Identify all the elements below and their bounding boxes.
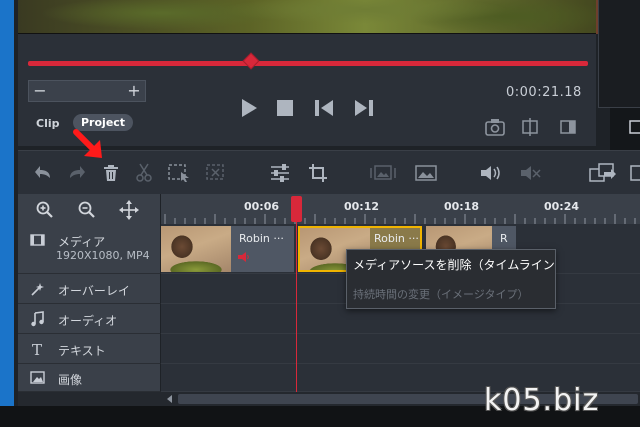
timeline-zoom-tools bbox=[18, 194, 161, 224]
track-label-image: 画像 bbox=[58, 373, 83, 387]
trash-icon[interactable] bbox=[103, 164, 119, 182]
track-header-text[interactable]: T テキスト bbox=[18, 334, 161, 364]
split-clip-icon[interactable] bbox=[206, 164, 226, 182]
stop-icon[interactable] bbox=[276, 99, 294, 117]
timecode-display: 0:00:21.18 bbox=[506, 85, 582, 100]
text-icon: T bbox=[32, 341, 42, 357]
timeline-header: 00:06 00:12 00:18 00:24 bbox=[18, 194, 640, 224]
zoom-in-button[interactable]: + bbox=[123, 81, 145, 101]
track-header-media[interactable]: メディア 1920X1080, MP4 bbox=[18, 224, 161, 274]
track-header-overlay[interactable]: オーバーレイ bbox=[18, 274, 161, 304]
media-meta: 1920X1080, MP4 bbox=[56, 249, 150, 262]
clip-thumbnail bbox=[161, 226, 231, 272]
zoom-in-icon[interactable] bbox=[36, 201, 54, 219]
right-side-panel bbox=[598, 0, 640, 108]
track-label-text: テキスト bbox=[58, 344, 106, 358]
overlay-icon bbox=[31, 283, 44, 296]
playback-scrubber[interactable] bbox=[28, 52, 588, 70]
tooltip: メディアソースを削除（タイムライン 持続時間の変更（イメージタイプ） bbox=[346, 249, 556, 309]
preview-player: − + Clip Project 0:00:21.18 bbox=[18, 0, 614, 146]
audio-icon bbox=[238, 252, 249, 262]
timeline-ruler[interactable]: 00:06 00:12 00:18 00:24 bbox=[161, 194, 640, 224]
prev-frame-icon[interactable] bbox=[314, 98, 334, 118]
track-header-image[interactable]: 画像 bbox=[18, 364, 161, 392]
overflow-icon[interactable] bbox=[630, 164, 640, 182]
image-track-icon bbox=[30, 371, 45, 384]
film-icon bbox=[30, 234, 45, 246]
tooltip-text: メディアソースを削除（タイムライン bbox=[353, 258, 555, 272]
tab-clip[interactable]: Clip bbox=[36, 117, 60, 130]
clip-name: Robin ··· bbox=[239, 232, 284, 245]
fit-timeline-icon[interactable] bbox=[119, 200, 139, 220]
ruler-label: 00:12 bbox=[344, 200, 380, 213]
track-label-media: メディア bbox=[58, 235, 106, 249]
svg-text:T: T bbox=[32, 341, 42, 357]
ruler-label: 00:18 bbox=[444, 200, 480, 213]
track-label-overlay: オーバーレイ bbox=[58, 284, 130, 298]
scrubber-handle[interactable] bbox=[242, 52, 260, 70]
tooltip-text-disabled: 持続時間の変更（イメージタイプ） bbox=[353, 288, 529, 301]
timeline-toolbar bbox=[18, 150, 640, 194]
volume-icon[interactable] bbox=[480, 164, 502, 182]
watermark: k05.biz bbox=[484, 383, 600, 418]
media-clip[interactable]: Robin ··· bbox=[161, 226, 294, 272]
undo-icon[interactable] bbox=[34, 165, 52, 181]
next-frame-icon[interactable] bbox=[354, 98, 374, 118]
zoom-out-button[interactable]: − bbox=[29, 81, 51, 101]
image-prev-icon[interactable] bbox=[370, 164, 396, 182]
music-note-icon bbox=[31, 311, 44, 327]
annotation-arrow bbox=[73, 129, 102, 158]
ruler-ticks bbox=[164, 214, 636, 224]
settings-sliders-icon[interactable] bbox=[270, 164, 290, 182]
video-preview bbox=[18, 0, 596, 34]
lane-text[interactable] bbox=[161, 334, 640, 364]
playhead-handle[interactable] bbox=[291, 196, 302, 222]
split-view-icon[interactable] bbox=[521, 118, 539, 136]
ruler-label: 00:06 bbox=[244, 200, 280, 213]
crop-select-icon[interactable] bbox=[168, 164, 190, 182]
panel-icon[interactable] bbox=[628, 119, 640, 135]
crop-icon[interactable] bbox=[308, 163, 328, 183]
zoom-out-icon[interactable] bbox=[78, 201, 96, 219]
track-label-audio: オーディオ bbox=[58, 314, 118, 328]
track-header-audio[interactable]: オーディオ bbox=[18, 304, 161, 334]
fullscreen-split-icon[interactable] bbox=[559, 118, 577, 136]
cut-icon[interactable] bbox=[136, 163, 152, 183]
clip-name: R bbox=[500, 232, 508, 245]
redo-icon[interactable] bbox=[68, 165, 86, 181]
snapshot-camera-icon[interactable] bbox=[485, 118, 505, 136]
mute-icon[interactable] bbox=[520, 164, 542, 182]
playhead-line[interactable] bbox=[296, 196, 297, 392]
preview-zoom-control[interactable]: − + bbox=[28, 80, 146, 102]
play-icon[interactable] bbox=[240, 98, 258, 118]
clip-name: Robin ··· bbox=[374, 232, 419, 245]
image-icon[interactable] bbox=[414, 164, 438, 182]
ruler-label: 00:24 bbox=[544, 200, 580, 213]
window-edge-strip bbox=[0, 0, 14, 427]
insert-icon[interactable] bbox=[589, 163, 617, 183]
scroll-left-icon[interactable] bbox=[165, 394, 175, 404]
